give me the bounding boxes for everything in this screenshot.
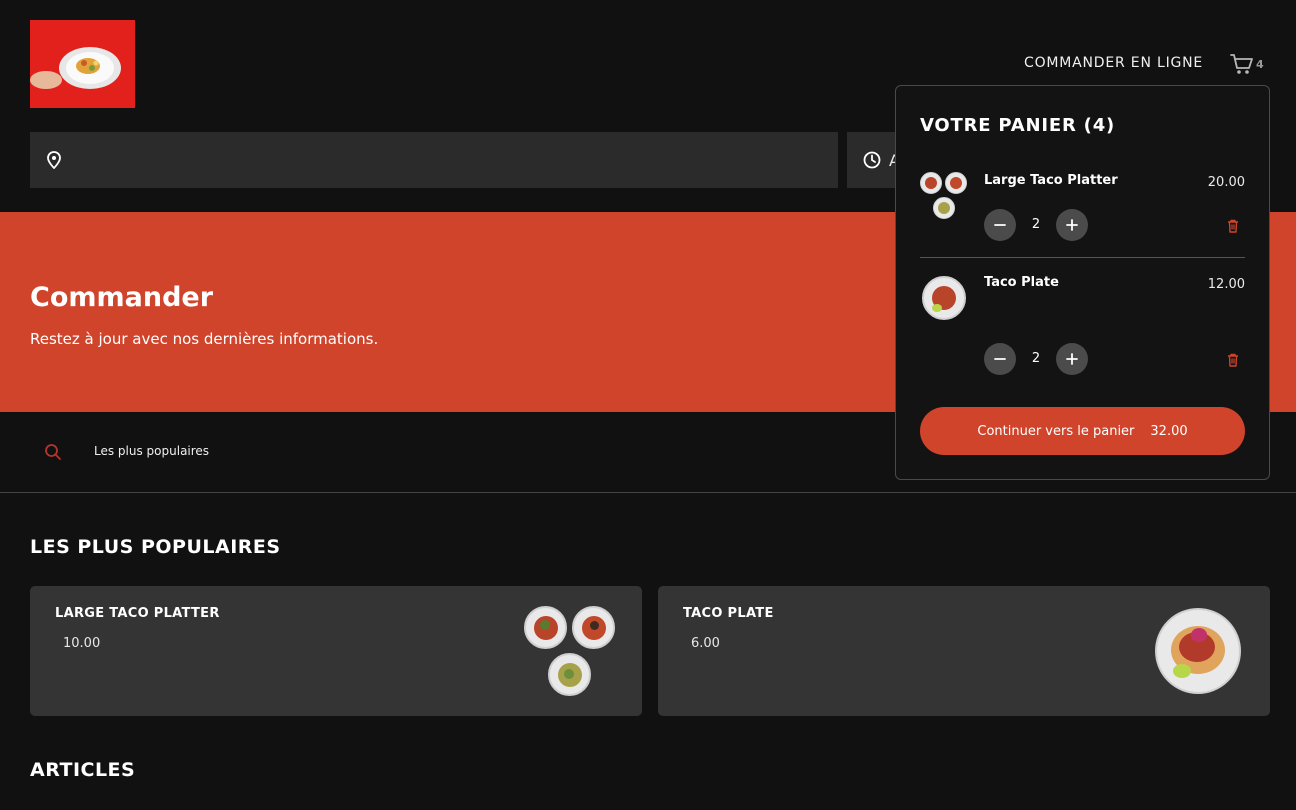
logo-plate-image xyxy=(30,20,135,108)
trash-icon xyxy=(1228,353,1238,367)
cart-count-badge: 4 xyxy=(1256,57,1264,71)
cart-item-price: 20.00 xyxy=(1207,175,1245,190)
page-title: Commander xyxy=(30,282,214,313)
trash-icon xyxy=(1228,219,1238,233)
cart-item-photo xyxy=(922,276,966,320)
menu-item-name: TACO PLATE xyxy=(683,606,774,621)
remove-item-button[interactable] xyxy=(1227,352,1239,371)
cart-item-photo xyxy=(933,197,955,219)
menu-item-photo xyxy=(524,606,567,649)
minus-icon xyxy=(994,224,1006,226)
clock-icon xyxy=(863,151,881,169)
cart-item-photo xyxy=(920,172,942,194)
menu-search-button[interactable] xyxy=(44,443,62,465)
cart-item-quantity: 2 xyxy=(1031,217,1041,232)
menu-item-price: 6.00 xyxy=(691,636,720,651)
decrease-quantity-button[interactable] xyxy=(984,343,1016,375)
cart-item-quantity: 2 xyxy=(1031,351,1041,366)
plus-icon xyxy=(1066,219,1078,231)
menu-item-card[interactable]: TACO PLATE 6.00 xyxy=(658,586,1270,716)
cart-popup: VOTRE PANIER (4) Large Taco Platter 20.0… xyxy=(895,85,1270,480)
menu-item-price: 10.00 xyxy=(63,636,101,651)
checkout-label: Continuer vers le panier xyxy=(977,423,1135,439)
plus-icon xyxy=(1066,353,1078,365)
menu-item-name: LARGE TACO PLATTER xyxy=(55,606,220,621)
cart-item-price: 12.00 xyxy=(1207,277,1245,292)
cart-popup-title: VOTRE PANIER (4) xyxy=(920,115,1116,136)
hero-subtitle: Restez à jour avec nos dernières informa… xyxy=(30,330,379,348)
checkout-total: 32.00 xyxy=(1150,423,1188,439)
restaurant-logo[interactable] xyxy=(30,20,135,108)
cart-item-name: Large Taco Platter xyxy=(984,173,1118,188)
delivery-address-field[interactable] xyxy=(30,132,838,188)
section-title-popular: LES PLUS POPULAIRES xyxy=(30,536,281,558)
cart-button[interactable]: 4 xyxy=(1230,52,1270,76)
menu-item-photo xyxy=(1155,608,1241,694)
increase-quantity-button[interactable] xyxy=(1056,343,1088,375)
decrease-quantity-button[interactable] xyxy=(984,209,1016,241)
menu-item-card[interactable]: LARGE TACO PLATTER 10.00 xyxy=(30,586,642,716)
minus-icon xyxy=(994,358,1006,360)
cart-item-photo xyxy=(945,172,967,194)
increase-quantity-button[interactable] xyxy=(1056,209,1088,241)
menu-item-photo xyxy=(572,606,615,649)
filter-divider xyxy=(0,492,1296,493)
category-tab-popular[interactable]: Les plus populaires xyxy=(94,444,209,458)
menu-item-photo xyxy=(548,653,591,696)
cart-item-divider xyxy=(920,257,1245,258)
continue-to-cart-button[interactable]: Continuer vers le panier 32.00 xyxy=(920,407,1245,455)
search-icon xyxy=(45,444,61,460)
cart-icon xyxy=(1230,54,1253,74)
nav-order-online-link[interactable]: COMMANDER EN LIGNE xyxy=(1024,55,1203,71)
cart-item-name: Taco Plate xyxy=(984,275,1059,290)
location-pin-icon xyxy=(47,151,61,169)
remove-item-button[interactable] xyxy=(1227,218,1239,237)
section-title-articles: ARTICLES xyxy=(30,759,136,781)
